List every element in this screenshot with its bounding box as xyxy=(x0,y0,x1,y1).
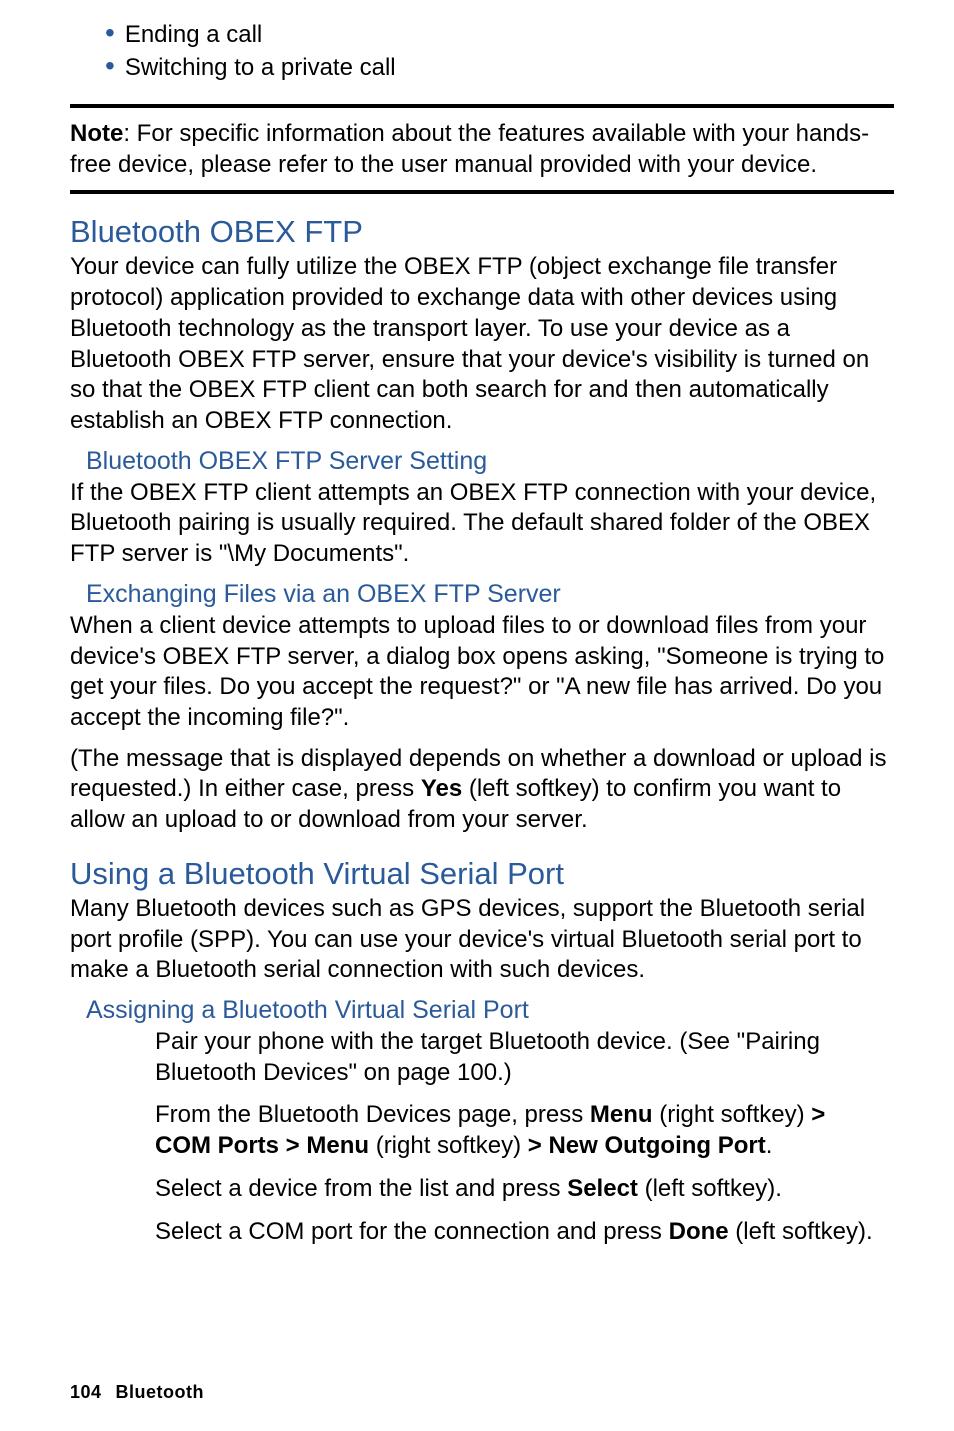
bold-new-outgoing: New Outgoing Port xyxy=(548,1132,765,1159)
bullet-dot-icon: • xyxy=(105,20,115,45)
text-fragment: (right softkey) xyxy=(369,1132,528,1159)
divider xyxy=(70,190,894,194)
page-number: 104 xyxy=(70,1382,102,1402)
subheading-exchanging-files: Exchanging Files via an OBEX FTP Server xyxy=(86,580,894,609)
bold-yes: Yes xyxy=(421,775,462,802)
note-block: Note: For specific information about the… xyxy=(70,118,894,180)
bold-com-ports: COM Ports > Menu xyxy=(155,1132,369,1159)
bullet-text: Ending a call xyxy=(125,21,262,49)
body-paragraph: If the OBEX FTP client attempts an OBEX … xyxy=(70,478,894,570)
text-fragment: Select a COM port for the connection and… xyxy=(155,1218,669,1245)
page-footer: 104 Bluetooth xyxy=(70,1382,204,1403)
bullet-item: • Ending a call xyxy=(105,20,894,49)
bold-gt: > xyxy=(528,1132,549,1159)
section-heading-virtual-serial: Using a Bluetooth Virtual Serial Port xyxy=(70,856,894,892)
bullet-item: • Switching to a private call xyxy=(105,53,894,82)
bullet-list: • Ending a call • Switching to a private… xyxy=(105,20,894,82)
body-paragraph: When a client device attempts to upload … xyxy=(70,611,894,734)
step-item: Pair your phone with the target Bluetoot… xyxy=(155,1027,874,1088)
note-label: Note xyxy=(70,120,123,147)
bullet-text: Switching to a private call xyxy=(125,54,396,82)
body-paragraph: Your device can fully utilize the OBEX F… xyxy=(70,252,894,436)
text-fragment: From the Bluetooth Devices page, press xyxy=(155,1101,590,1128)
bold-select: Select xyxy=(567,1175,638,1202)
bullet-dot-icon: • xyxy=(105,53,115,78)
bold-menu: Menu xyxy=(590,1101,653,1128)
divider xyxy=(70,104,894,108)
step-item: Select a COM port for the connection and… xyxy=(155,1217,874,1248)
section-heading-obex: Bluetooth OBEX FTP xyxy=(70,214,894,250)
step-item: From the Bluetooth Devices page, press M… xyxy=(155,1100,874,1161)
text-fragment: (right softkey) xyxy=(653,1101,812,1128)
chapter-name: Bluetooth xyxy=(116,1382,204,1402)
text-fragment: (left softkey). xyxy=(729,1218,873,1245)
bold-done: Done xyxy=(669,1218,729,1245)
subheading-assigning-port: Assigning a Bluetooth Virtual Serial Por… xyxy=(86,996,894,1025)
text-fragment: Select a device from the list and press xyxy=(155,1175,567,1202)
step-list: Pair your phone with the target Bluetoot… xyxy=(155,1027,874,1247)
step-item: Select a device from the list and press … xyxy=(155,1174,874,1205)
subheading-server-setting: Bluetooth OBEX FTP Server Setting xyxy=(86,447,894,476)
body-paragraph: (The message that is displayed depends o… xyxy=(70,744,894,836)
note-text: : For specific information about the fea… xyxy=(70,120,869,178)
bold-gt: > xyxy=(811,1101,825,1128)
text-fragment: . xyxy=(766,1132,773,1159)
text-fragment: (left softkey). xyxy=(638,1175,782,1202)
body-paragraph: Many Bluetooth devices such as GPS devic… xyxy=(70,894,894,986)
